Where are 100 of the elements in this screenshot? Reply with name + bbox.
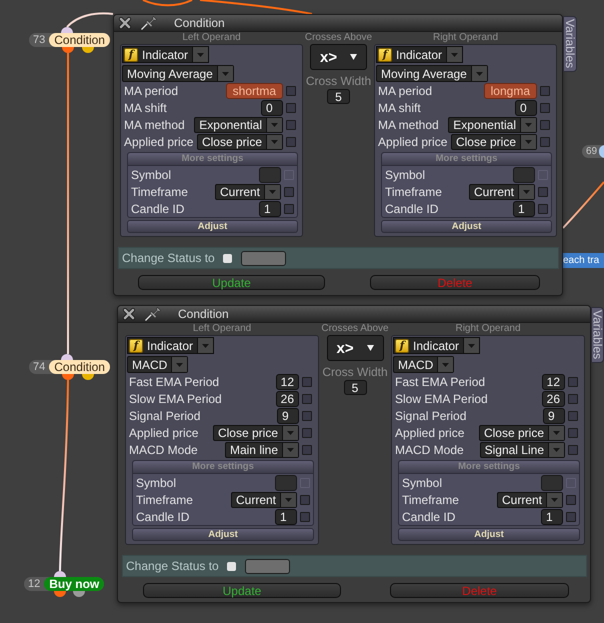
checkbox[interactable]	[540, 86, 550, 96]
select-dropdown[interactable]: Close price	[212, 424, 299, 440]
checkbox[interactable]	[226, 562, 236, 570]
pushpin-icon[interactable]	[140, 15, 158, 31]
number-field[interactable]: 1	[541, 508, 563, 524]
checkbox[interactable]	[284, 186, 294, 196]
checkbox[interactable]	[286, 86, 296, 96]
variable-field[interactable]: longma	[484, 82, 537, 98]
checkbox[interactable]	[286, 102, 296, 112]
select-dropdown[interactable]: Signal Line	[480, 442, 565, 458]
checkbox[interactable]	[566, 494, 576, 504]
node-number: 73	[33, 34, 46, 46]
select-dropdown[interactable]: Current	[496, 492, 563, 508]
indicator-select[interactable]: Moving Average	[376, 65, 488, 82]
source-select[interactable]: f Indicator	[122, 46, 210, 63]
caret-icon	[437, 357, 454, 372]
checkbox[interactable]	[568, 394, 578, 404]
param-label: MA period	[124, 84, 180, 96]
select-dropdown[interactable]: Current	[468, 184, 535, 200]
number-field[interactable]: 9	[277, 408, 299, 424]
select-dropdown[interactable]: Close price	[450, 134, 537, 150]
number-field[interactable]: 12	[276, 374, 299, 390]
text-field[interactable]	[275, 474, 297, 490]
indicator-select[interactable]: MACD	[127, 356, 188, 373]
checkbox[interactable]	[284, 204, 294, 214]
update-button[interactable]: Update	[138, 275, 325, 290]
indicator-select[interactable]: MACD	[393, 356, 454, 373]
adjust-button[interactable]: Adjust	[127, 220, 298, 233]
number-field[interactable]: 0	[261, 100, 283, 116]
select-dropdown[interactable]: Close price	[196, 134, 283, 150]
checkbox[interactable]	[300, 494, 310, 504]
select-dropdown[interactable]: Current	[230, 492, 297, 508]
select-dropdown[interactable]: Close price	[478, 424, 565, 440]
checkbox[interactable]	[566, 512, 576, 522]
flow-node[interactable]: 69	[582, 145, 604, 158]
select-dropdown[interactable]: Exponential	[194, 116, 283, 132]
checkbox[interactable]	[568, 428, 578, 438]
operator-select[interactable]: x>	[326, 335, 384, 361]
checkbox[interactable]	[568, 444, 578, 454]
variables-tab[interactable]: Variables	[591, 307, 604, 363]
flow-node[interactable]: 74 Condition	[29, 360, 110, 374]
function-icon: f	[124, 48, 138, 62]
select-dropdown[interactable]: Current	[214, 184, 281, 200]
checkbox[interactable]	[302, 444, 312, 454]
source-select[interactable]: f Indicator	[376, 46, 464, 63]
cross-width-field[interactable]: 5	[327, 89, 350, 104]
checkbox[interactable]	[538, 186, 548, 196]
source-select[interactable]: f Indicator	[393, 337, 480, 354]
checkbox[interactable]	[302, 376, 312, 386]
source-select[interactable]: f Indicator	[127, 337, 214, 354]
operand-heading: Left Operand	[192, 323, 252, 335]
caret-icon	[548, 426, 564, 440]
checkbox[interactable]	[300, 512, 310, 522]
checkbox[interactable]	[538, 204, 548, 214]
pushpin-icon[interactable]	[144, 306, 162, 322]
text-field[interactable]	[259, 166, 281, 182]
number-field[interactable]: 12	[542, 374, 565, 390]
checkbox[interactable]	[540, 120, 550, 130]
checkbox[interactable]	[302, 410, 312, 420]
checkbox[interactable]	[302, 428, 312, 438]
indicator-select[interactable]: Moving Average	[122, 65, 234, 82]
checkbox[interactable]	[222, 254, 232, 262]
port-icon	[62, 374, 74, 380]
checkbox[interactable]	[540, 136, 550, 146]
operand-heading: Right Operand	[432, 32, 500, 44]
checkbox[interactable]	[568, 410, 578, 420]
operator-select[interactable]: x>	[310, 44, 367, 70]
number-field[interactable]: 1	[259, 200, 281, 216]
flow-node[interactable]: 73 Condition	[29, 33, 110, 47]
node-label-edge	[599, 145, 604, 158]
node-number: 69	[586, 146, 598, 156]
select-dropdown[interactable]: Main line	[224, 442, 299, 458]
number-field[interactable]: 26	[542, 390, 565, 406]
checkbox[interactable]	[568, 376, 578, 386]
checkbox[interactable]	[540, 102, 550, 112]
variables-tab[interactable]: Variables	[563, 16, 577, 72]
adjust-button[interactable]: Adjust	[381, 220, 552, 233]
text-field[interactable]	[513, 166, 535, 182]
number-field[interactable]: 0	[515, 100, 537, 116]
number-field[interactable]: 1	[275, 508, 297, 524]
close-icon[interactable]	[123, 308, 135, 320]
status-field[interactable]	[240, 250, 286, 266]
checkbox[interactable]	[302, 394, 312, 404]
close-icon[interactable]	[119, 17, 131, 29]
cross-width-field[interactable]: 5	[344, 380, 366, 395]
number-field[interactable]: 26	[276, 390, 299, 406]
number-field[interactable]: 1	[513, 200, 535, 216]
adjust-button[interactable]: Adjust	[132, 528, 314, 541]
update-button[interactable]: Update	[143, 583, 341, 598]
caret-icon	[520, 134, 536, 148]
variable-field[interactable]: shortma	[226, 82, 283, 98]
number-field[interactable]: 9	[543, 408, 565, 424]
status-field[interactable]	[244, 558, 290, 574]
select-dropdown[interactable]: Exponential	[448, 116, 537, 132]
checkbox[interactable]	[286, 120, 296, 130]
text-field[interactable]	[541, 474, 563, 490]
checkbox[interactable]	[286, 136, 296, 146]
flow-node[interactable]: 12 Buy now	[24, 577, 104, 591]
adjust-button[interactable]: Adjust	[398, 528, 580, 541]
node-label[interactable]: each tra	[562, 253, 604, 268]
